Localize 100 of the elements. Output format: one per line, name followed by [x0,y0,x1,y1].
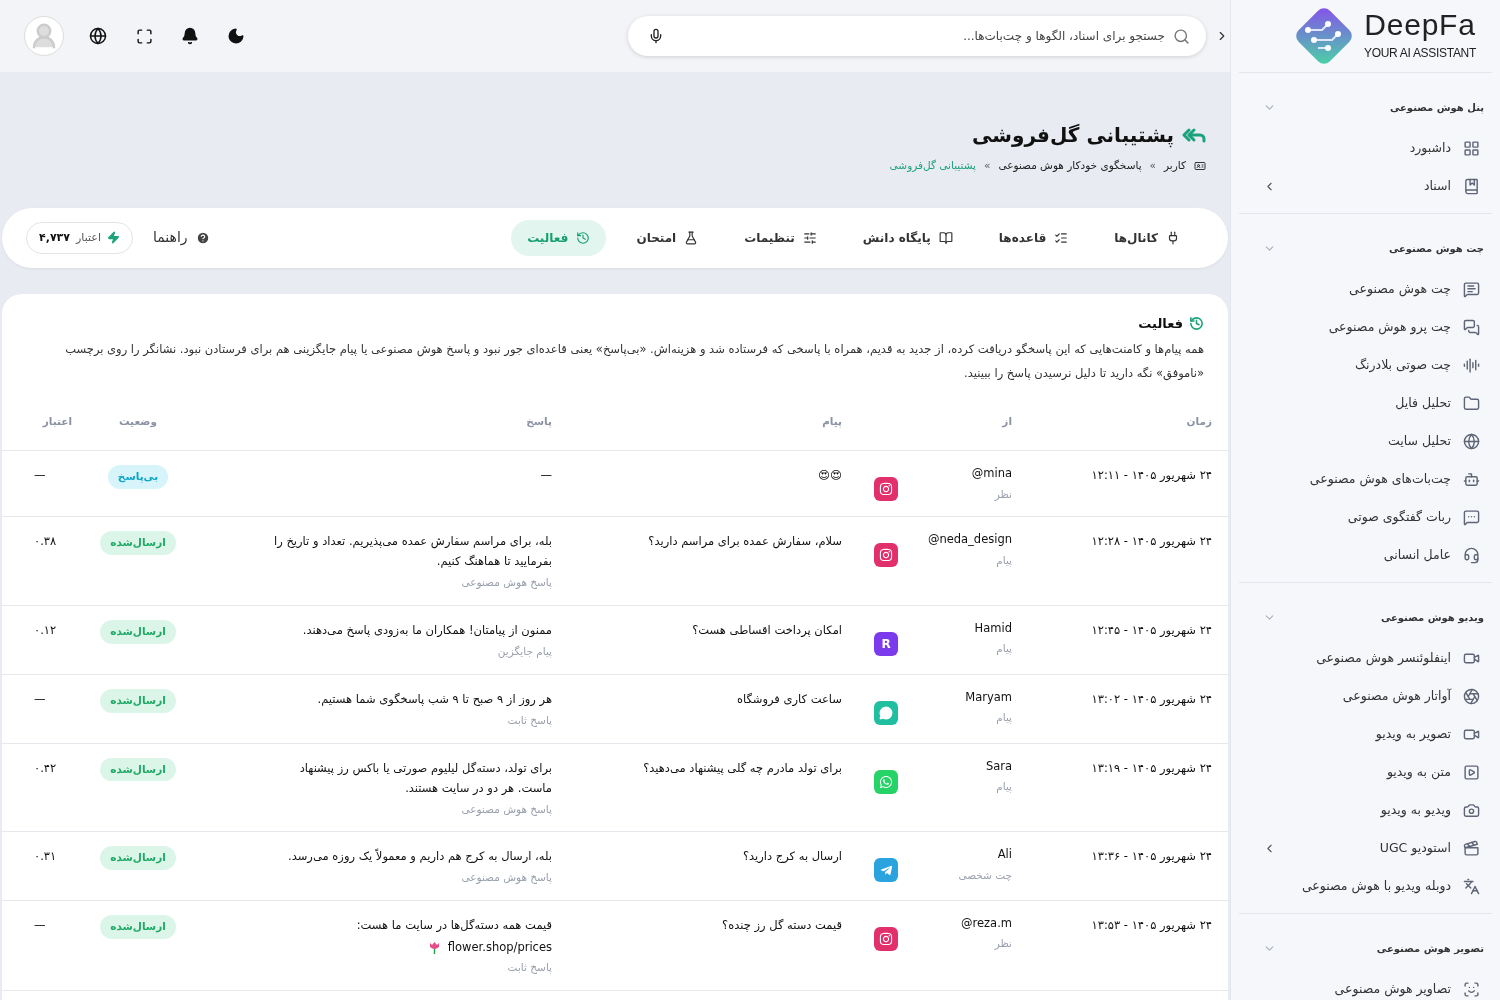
status-badge: بی‌پاسخ [107,465,169,489]
sidebar-item[interactable]: دوبله ویدیو با هوش مصنوعی [1239,867,1492,905]
audio-wave-icon [1463,356,1480,374]
sidebar-item[interactable]: چت صوتی بلادرنگ [1239,346,1492,384]
breadcrumb-link[interactable]: پاسخگوی خودکار هوش مصنوعی [998,158,1142,174]
sender-name: @neda_design [927,531,1012,549]
reply-source: پیام جایگزین [497,644,552,660]
section-title: چت هوش مصنوعی [1388,241,1484,256]
reply-text: برای تولد، دسته‌گل لیلیوم صورتی یا باکس رز پیشنهاد ماست. هر دو در سایت هستند. [298,759,552,797]
sidebar-item[interactable]: اسناد [1239,167,1492,205]
sender-source: نظر [994,936,1012,952]
sender-name: Sara [985,757,1012,775]
tab[interactable]: کانال‌ها [1098,219,1196,256]
column-header: از [1000,413,1013,430]
reply-text: بله، ارسال به کرج هم داریم و معمولاً یک روزه می‌رسد. [288,847,552,866]
tulip-icon [428,941,440,955]
sender-source: پیام [996,641,1012,657]
time-cell-text: ۲۴ شهریور ۱۴۰۵ - ۱۳:۱۹ [1090,759,1213,777]
reply-text: هر روز از ۹ صبح تا ۹ شب پاسخگوی شما هستیم. [317,690,552,708]
flask-icon [684,230,699,245]
section-title: تصویر هوش مصنوعی [1376,941,1484,956]
message-cell-text: ارسال به کرج دارید؟ [741,848,843,866]
play-square-icon [1463,763,1480,781]
help-link[interactable]: راهنما [152,227,210,249]
credit-cell-text: ۰.۳۸ [33,533,58,551]
status-badge: ارسال‌شده [100,846,176,870]
sidebar-item[interactable]: تصاویر هوش مصنوعی [1239,970,1492,1000]
tab[interactable]: قاعده‌ها [982,219,1085,256]
sidebar-item[interactable]: استودیو UGC [1239,829,1492,867]
section-title: فعالیت [1138,314,1183,333]
message-cell-text: قیمت دسته گل رز چنده؟ [721,917,843,934]
page-title: پشتیبانی گل‌فروشی [972,122,1174,150]
sidebar-item[interactable]: آواتار هوش مصنوعی [1239,677,1492,715]
telegram-icon [874,858,898,883]
tab[interactable]: پایگاه دانش [846,219,969,256]
microphone-icon [648,28,664,44]
chat-icon [1463,280,1480,298]
sender-source: پیام [996,552,1012,569]
sender-source: نظر [994,486,1012,503]
help-icon [195,230,210,245]
sidebar-item[interactable]: تصویر به ویدیو [1239,715,1492,753]
message-cell-text: ساعت کاری فروشگاه [735,690,843,708]
reply-source: پاسخ هوش مصنوعی [461,801,552,818]
search-input[interactable]: جستجو برای اسناد، الگوها و چت‌بات‌ها... [676,27,1165,45]
column-header: اعتبار [41,413,73,430]
headset-icon [1463,546,1480,564]
reply-text: بله، برای مراسم سفارش عمده می‌پذیریم. تعداد و تاریخ را بفرمایید تا هماهنگ کنیم. [273,533,552,571]
reply-text: — [540,467,552,485]
time-cell-text: ۲۴ شهریور ۱۴۰۵ - ۱۳:۳۶ [1090,848,1213,866]
sender-source: پیام [996,778,1012,795]
sidebar-item[interactable]: چت هوش مصنوعی [1239,270,1492,308]
status-badge: ارسال‌شده [100,620,176,644]
sidebar-item[interactable]: ربات گفتگوی صوتی [1239,498,1492,536]
sidebar-item[interactable]: متن به ویدیو [1239,753,1492,791]
time-cell-text: ۲۴ شهریور ۱۴۰۵ - ۱۲:۱۱ [1090,467,1213,485]
camera-icon [1463,801,1480,819]
id-card-icon [1194,159,1206,172]
sender-name: @reza.m [961,915,1012,932]
reply-link[interactable]: flower.shop/prices [447,939,552,957]
breadcrumb-link[interactable]: کاربر [1164,158,1186,174]
status-badge: ارسال‌شده [100,531,176,555]
tab[interactable]: تنظیمات [728,219,833,256]
sender-name: @mina [971,465,1012,483]
description-text: همه پیام‌ها و کامنت‌هایی که این پاسخگو دریافت کرده، از جدید به قدیم، همراه با پاسخی که فرستاده شد و هزینه‌اش. «بی‌پاسخ» یعنی قاعده‌ای جور نبود و پاسخ هوش مصنوعی یا پیام جایگزینی هم برای فرستادن نبود. نشانگر را روی برچسب «ناموفق» نگه دارید تا دلیل نرسیدن پاسخ را ببینید. [64,341,1204,383]
reply-text: قیمت همه دسته‌گل‌ها در سایت ما هست: [356,917,552,934]
folder-icon [1463,394,1480,412]
sender-name: Hamid [974,620,1012,637]
aperture-icon [1463,687,1480,705]
plug-icon [1166,230,1180,245]
status-badge: ارسال‌شده [100,915,176,939]
sliders-icon [802,230,817,245]
chats-icon [1463,318,1480,336]
sender-source: چت شخصی [958,867,1012,883]
sidebar-item[interactable]: چت پرو هوش مصنوعی [1239,308,1492,346]
whatsapp-icon [874,769,898,794]
breadcrumb-separator: » [1149,158,1156,173]
tab[interactable]: امتحان [620,219,715,256]
sidebar-item[interactable]: عامل انسانی [1239,536,1492,574]
credit-cell-text: ۰.۳۱ [33,848,58,866]
sidebar-item[interactable]: اینفلوئنسر هوش مصنوعی [1239,639,1492,677]
message-cell-text: 😍😍 [817,467,843,485]
status-badge: ارسال‌شده [100,688,176,713]
credit-cell-text: — [33,917,47,934]
sidebar-item[interactable]: تحلیل سایت [1239,422,1492,460]
credit-value: ۴,۷۳۷ [39,229,71,246]
grid-icon [1463,139,1480,157]
column-header: وضعیت [118,413,158,430]
message-cell-text: سلام، سفارش عمده برای مراسم دارید؟ [647,533,843,551]
instagram-icon [874,543,898,568]
credit-cell-text: — [33,467,47,485]
sidebar-item[interactable]: چت‌بات‌های هوش مصنوعی [1239,460,1492,498]
translate-icon [1463,877,1480,895]
checklist-icon [1054,230,1069,245]
search-field[interactable]: جستجو برای اسناد، الگوها و چت‌بات‌ها... [628,16,1206,56]
globe-icon [1463,432,1480,450]
sidebar-item[interactable]: تحلیل فایل [1239,384,1492,422]
sidebar-item[interactable]: ویدیو به ویدیو [1239,791,1492,829]
credit-cell-text: — [33,690,47,708]
breadcrumb-current: پشتیبانی گل‌فروشی [889,158,976,174]
sidebar-item[interactable]: داشبورد [1239,129,1492,167]
